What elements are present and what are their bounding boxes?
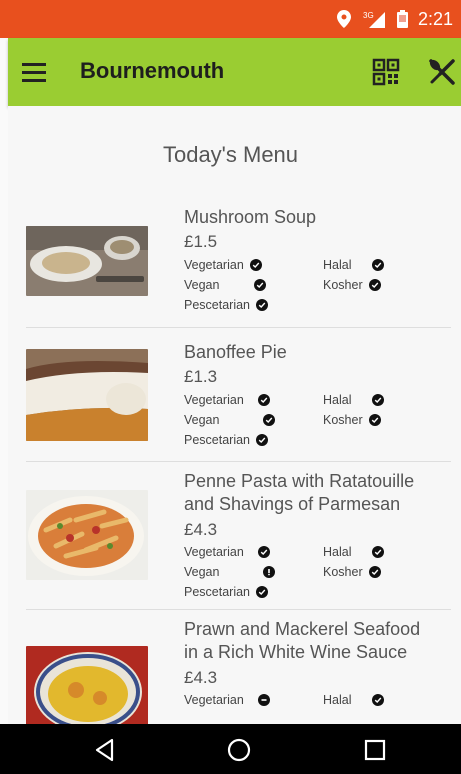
check-icon bbox=[371, 546, 384, 558]
check-icon bbox=[256, 586, 269, 598]
diet-vegan: Vegan bbox=[184, 565, 276, 579]
diet-pescetarian: Pescetarian bbox=[184, 298, 269, 312]
diet-vegetarian: Vegetarian bbox=[184, 258, 262, 272]
diet-pescetarian: Pescetarian bbox=[184, 585, 269, 599]
check-icon bbox=[263, 414, 276, 426]
item-name: Prawn and Mackerel Seafood in a Rich Whi… bbox=[184, 619, 421, 662]
check-icon bbox=[368, 566, 381, 578]
status-icons: 3G 2:21 bbox=[336, 0, 453, 38]
item-price: £1.3 bbox=[184, 367, 218, 386]
page-heading: Today's Menu bbox=[162, 142, 299, 167]
check-icon bbox=[371, 259, 384, 271]
diet-vegan: Vegan bbox=[184, 413, 276, 427]
prawn-seafood-image bbox=[26, 646, 148, 724]
check-icon bbox=[257, 546, 270, 558]
diet-kosher: Kosher bbox=[323, 413, 381, 427]
divider bbox=[26, 461, 451, 462]
diet-vegan: Vegan bbox=[184, 278, 267, 292]
item-name: Mushroom Soup bbox=[184, 207, 317, 227]
signal-3g-icon: 3G bbox=[361, 10, 387, 28]
diet-vegetarian: Vegetarian bbox=[184, 693, 270, 707]
navigation-bar bbox=[0, 724, 461, 774]
diet-halal: Halal bbox=[323, 393, 384, 407]
diet-halal: Halal bbox=[323, 545, 384, 559]
banoffee-pie-image bbox=[26, 349, 148, 441]
item-price: £1.5 bbox=[184, 232, 218, 251]
item-name: Penne Pasta with Ratatouille and Shaving… bbox=[184, 471, 415, 514]
minus-icon bbox=[257, 694, 270, 706]
menu-content[interactable]: Today's Menu Mushroom Soup £1.5 Vegetari… bbox=[8, 106, 461, 724]
menu-item[interactable]: Banoffee Pie £1.3 Vegetarian Vegan Pesce… bbox=[8, 341, 453, 461]
back-icon[interactable] bbox=[92, 737, 118, 763]
qr-code-icon[interactable] bbox=[372, 58, 400, 86]
home-icon[interactable] bbox=[226, 737, 252, 763]
diet-halal: Halal bbox=[323, 693, 384, 707]
status-time: 2:21 bbox=[417, 8, 453, 29]
battery-icon bbox=[396, 10, 408, 28]
check-icon bbox=[368, 414, 381, 426]
recents-icon[interactable] bbox=[362, 737, 388, 763]
mushroom-soup-image bbox=[26, 226, 148, 296]
menu-item[interactable]: Mushroom Soup £1.5 Vegetarian Vegan Pesc… bbox=[8, 206, 453, 328]
divider bbox=[26, 609, 451, 610]
menu-item[interactable]: Penne Pasta with Ratatouille and Shaving… bbox=[8, 470, 453, 610]
check-icon bbox=[371, 394, 384, 406]
divider bbox=[26, 327, 451, 328]
check-icon bbox=[371, 694, 384, 706]
diet-kosher: Kosher bbox=[323, 278, 381, 292]
menu-icon[interactable] bbox=[22, 58, 50, 86]
check-icon bbox=[256, 434, 269, 446]
diet-halal: Halal bbox=[323, 258, 384, 272]
check-icon bbox=[249, 259, 262, 271]
penne-pasta-image bbox=[26, 490, 148, 580]
app-title: Bournemouth bbox=[80, 58, 225, 83]
item-name: Banoffee Pie bbox=[184, 342, 287, 362]
check-icon bbox=[254, 279, 267, 291]
check-icon bbox=[256, 299, 269, 311]
item-price: £4.3 bbox=[184, 520, 218, 539]
diet-vegetarian: Vegetarian bbox=[184, 545, 270, 559]
diet-pescetarian: Pescetarian bbox=[184, 433, 269, 447]
location-icon bbox=[336, 10, 351, 28]
network-label: 3G bbox=[363, 11, 374, 20]
status-bar: 3G 2:21 bbox=[0, 0, 461, 38]
warning-icon bbox=[263, 566, 276, 578]
item-price: £4.3 bbox=[184, 668, 218, 687]
check-icon bbox=[257, 394, 270, 406]
menu-item[interactable]: Prawn and Mackerel Seafood in a Rich Whi… bbox=[8, 618, 453, 724]
utensils-icon[interactable] bbox=[428, 58, 456, 86]
app-bar: Bournemouth bbox=[8, 38, 461, 106]
diet-vegetarian: Vegetarian bbox=[184, 393, 270, 407]
check-icon bbox=[368, 279, 381, 291]
diet-kosher: Kosher bbox=[323, 565, 381, 579]
